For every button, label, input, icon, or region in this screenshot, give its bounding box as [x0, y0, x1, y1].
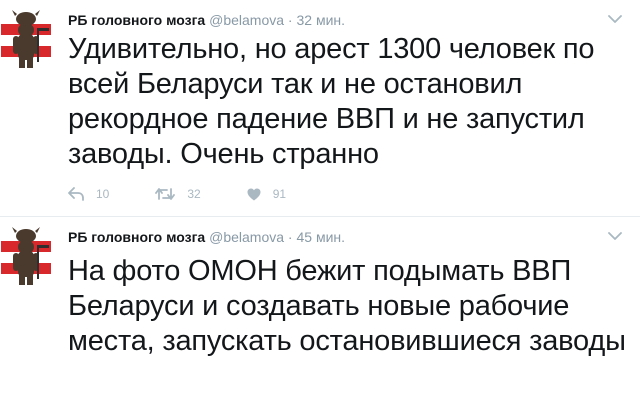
author-handle[interactable]: @belamova [209, 12, 284, 28]
separator: · [287, 229, 293, 245]
tweet-text: На фото ОМОН бежит подымать ВВП Беларуси… [68, 255, 626, 357]
tweet-header: РБ головного мозга @belamova · 45 мин. [68, 229, 345, 245]
retweet-count: 32 [187, 187, 201, 201]
author-handle[interactable]: @belamova [209, 229, 284, 245]
avatar-bison-flag-icon [1, 225, 51, 285]
reply-count: 10 [96, 187, 110, 201]
tweet-actions: 10 32 91 [68, 186, 332, 202]
reply-button[interactable]: 10 [68, 187, 109, 201]
tweet-header: РБ головного мозга @belamova · 32 мин. [68, 12, 345, 28]
author-name[interactable]: РБ головного мозга [68, 229, 205, 245]
timestamp[interactable]: 32 мин. [296, 12, 345, 28]
tweet-text: Удивительно, но арест 1300 человек по вс… [68, 33, 595, 170]
reply-icon [68, 187, 84, 201]
retweet-icon [155, 188, 176, 200]
avatar-bison-flag-icon [1, 8, 51, 68]
like-button[interactable]: 91 [247, 187, 286, 201]
timestamp[interactable]: 45 мин. [296, 229, 345, 245]
tweet-feed: РБ головного мозга @belamova · 32 мин. У… [0, 0, 640, 400]
chevron-down-icon[interactable] [608, 14, 622, 24]
tweet[interactable]: РБ головного мозга @belamova · 45 мин. Н… [0, 217, 640, 400]
chevron-down-icon[interactable] [608, 231, 622, 241]
heart-icon [247, 188, 261, 200]
retweet-button[interactable]: 32 [155, 187, 201, 201]
avatar[interactable] [1, 225, 51, 285]
tweet[interactable]: РБ головного мозга @belamova · 32 мин. У… [0, 0, 640, 216]
like-count: 91 [272, 187, 287, 201]
author-name[interactable]: РБ головного мозга [68, 12, 205, 28]
avatar[interactable] [1, 8, 51, 68]
separator: · [287, 12, 293, 28]
